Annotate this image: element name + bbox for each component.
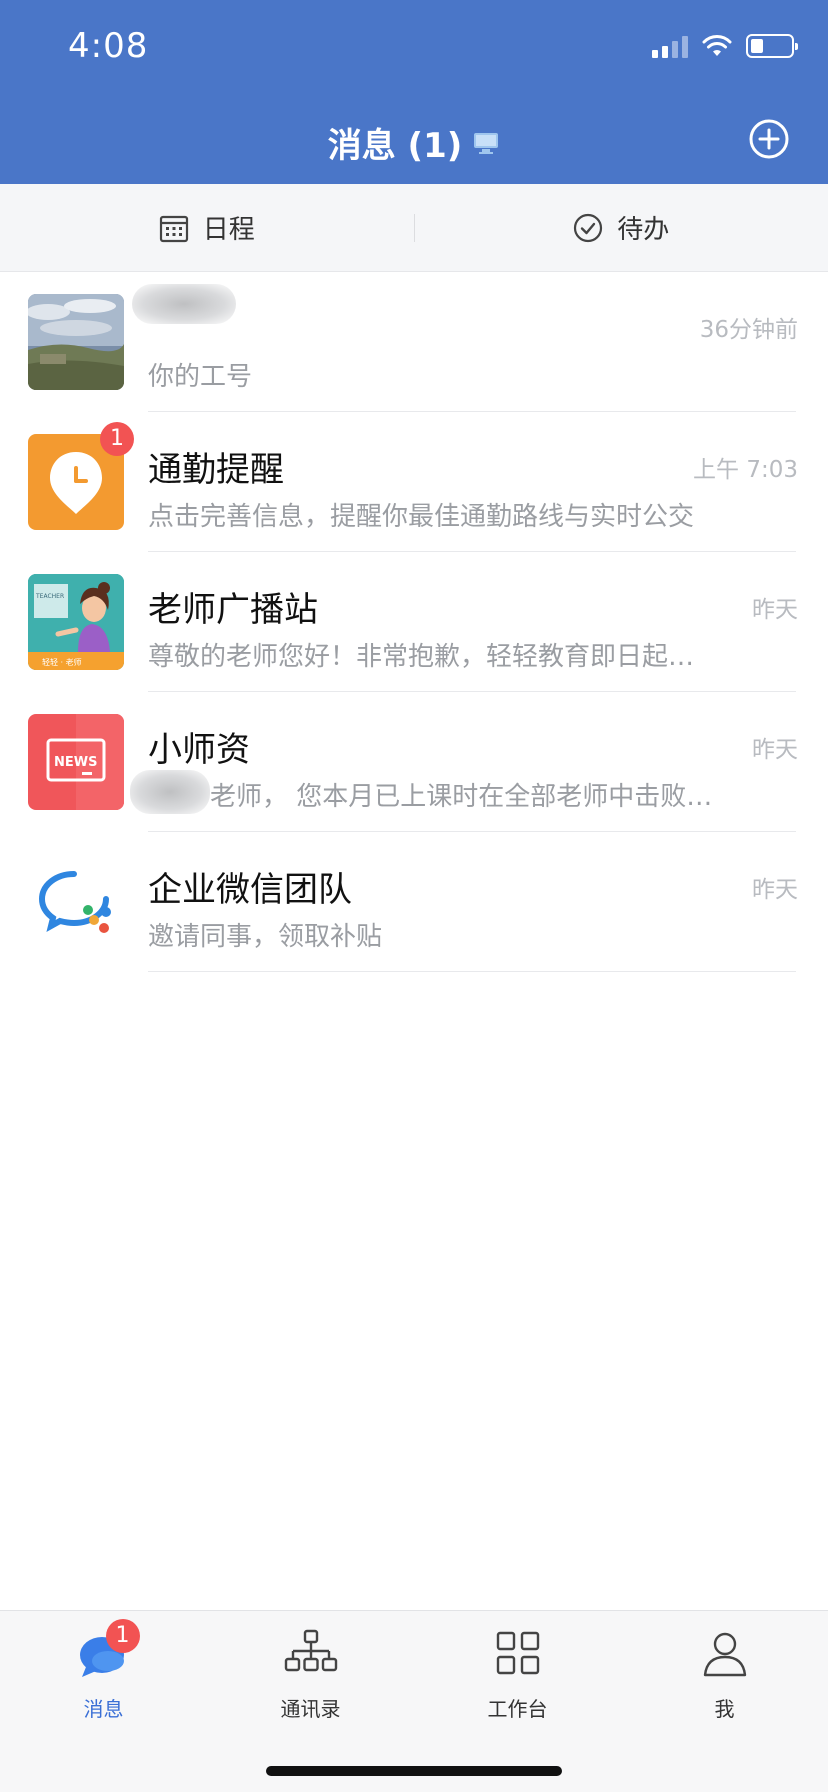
- person-icon: [703, 1632, 746, 1677]
- tab-me[interactable]: 我: [621, 1625, 828, 1735]
- conversation-preview: 尊敬的老师您好！非常抱歉，轻轻教育即日起…: [148, 642, 695, 672]
- conversation-time: 昨天: [752, 877, 798, 903]
- teacher-brand-text: 轻轻 · 老师: [42, 657, 82, 667]
- tab-label: 消息: [83, 1697, 124, 1721]
- tab-workbench[interactable]: 工作台: [414, 1625, 621, 1735]
- conversation-time: 昨天: [752, 597, 798, 623]
- conversation-row[interactable]: NEWS 小师资 昨天 老师， 您本月已上课时在全部老师中击败…: [0, 692, 828, 832]
- tab-label: 工作台: [487, 1697, 548, 1721]
- status-time: 4:08: [68, 26, 149, 66]
- conversation-time: 36分钟前: [699, 317, 798, 343]
- schedule-label: 日程: [202, 215, 255, 245]
- conversation-name: 小师资: [148, 730, 250, 770]
- conversation-row[interactable]: 企业微信团队 昨天 邀请同事，领取补贴: [0, 832, 828, 972]
- teacher-broadcast-avatar: TEACHER 轻轻 · 老师: [28, 574, 124, 670]
- conversation-time: 昨天: [752, 737, 798, 763]
- conversation-name: 通勤提醒: [148, 450, 284, 490]
- todo-label: 待办: [617, 215, 670, 245]
- todo-tab[interactable]: 待办: [415, 209, 828, 246]
- check-circle-icon: [574, 213, 603, 242]
- chat-bubble-icon: 1: [76, 1619, 140, 1681]
- page-title: 消息 (1): [327, 126, 463, 166]
- news-text: NEWS: [54, 755, 97, 770]
- teacher-board-text: TEACHER: [35, 593, 64, 600]
- wecom-team-avatar: [28, 854, 124, 950]
- row-divider: [148, 971, 796, 972]
- status-indicators: [652, 34, 798, 58]
- unread-badge: 1: [100, 422, 134, 456]
- conversation-preview: 点击完善信息，提醒你最佳通勤路线与实时公交: [148, 502, 695, 532]
- redacted-name: [130, 770, 210, 814]
- header-title-group: 消息 (1): [0, 118, 828, 167]
- news-avatar: NEWS: [28, 714, 124, 810]
- landscape-avatar: [28, 294, 124, 390]
- conversation-preview: 邀请同事，领取补贴: [148, 922, 383, 952]
- conversation-row[interactable]: 36分钟前 你的工号: [0, 272, 828, 412]
- app-header: 4:08 消息 (1): [0, 0, 828, 184]
- conversation-name: 企业微信团队: [148, 870, 352, 910]
- calendar-icon: [159, 215, 188, 242]
- org-chart-icon: [284, 1629, 337, 1672]
- desktop-online-icon: [474, 132, 499, 154]
- tab-contacts[interactable]: 通讯录: [207, 1625, 414, 1735]
- conversation-list: 36分钟前 你的工号 1 通勤提醒 上午 7:03 点击完善信息，提醒你最佳通勤…: [0, 272, 828, 972]
- conversation-row[interactable]: 1 通勤提醒 上午 7:03 点击完善信息，提醒你最佳通勤路线与实时公交: [0, 412, 828, 552]
- home-indicator: [266, 1766, 562, 1776]
- cellular-signal-icon: [652, 34, 688, 58]
- conversation-name: 老师广播站: [148, 590, 318, 630]
- redacted-name: [132, 284, 236, 324]
- bottom-tab-bar: 1 消息 通讯录 工作台 我: [0, 1610, 828, 1792]
- conversation-preview: 你的工号: [148, 362, 253, 392]
- schedule-tab[interactable]: 日程: [0, 209, 414, 246]
- grid-icon: [496, 1631, 539, 1675]
- conversation-preview: 老师， 您本月已上课时在全部老师中击败…: [210, 782, 713, 812]
- messages-badge: 1: [105, 1619, 140, 1653]
- conversation-row[interactable]: TEACHER 轻轻 · 老师 老师广播站 昨天 尊敬的老师您好！非常抱歉，轻轻…: [0, 552, 828, 692]
- tab-label: 我: [714, 1697, 735, 1721]
- add-button[interactable]: [748, 118, 790, 160]
- tab-messages[interactable]: 1 消息: [0, 1619, 207, 1735]
- tab-label: 通讯录: [280, 1697, 341, 1721]
- battery-icon: [746, 34, 798, 58]
- quick-access-bar: 日程 待办: [0, 184, 828, 272]
- wifi-icon: [702, 35, 732, 56]
- conversation-time: 上午 7:03: [693, 457, 798, 483]
